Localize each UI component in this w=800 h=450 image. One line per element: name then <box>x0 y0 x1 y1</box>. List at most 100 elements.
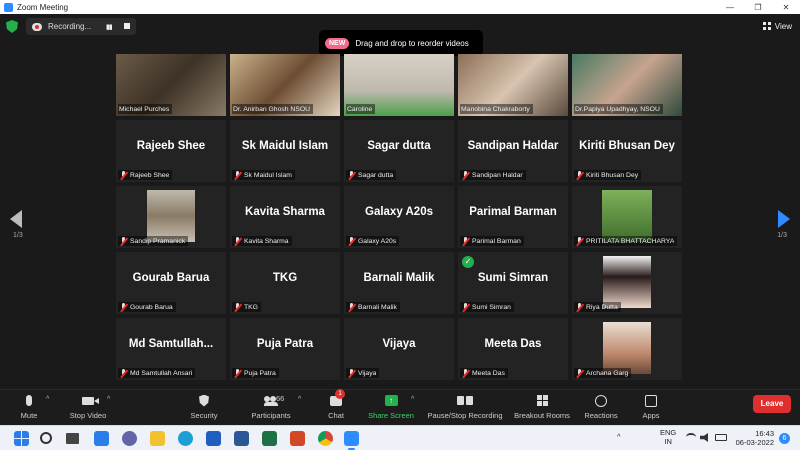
excel-icon[interactable] <box>262 431 277 446</box>
audio-options-chevron-icon[interactable]: ^ <box>46 396 49 403</box>
participant-tile[interactable]: Riya Dutta <box>572 252 682 314</box>
volume-icon[interactable] <box>700 433 708 442</box>
chrome-icon[interactable] <box>318 431 333 446</box>
participant-name-label: Riya Dutta <box>574 302 621 312</box>
word-icon[interactable] <box>234 431 249 446</box>
participant-tile[interactable]: Gourab Barua Gourab Barua <box>116 252 226 314</box>
participant-tile[interactable]: Vijaya Vijaya <box>344 318 454 380</box>
apps-button[interactable]: Apps <box>638 392 664 424</box>
reactions-button[interactable]: Reactions <box>582 392 620 424</box>
participant-tile[interactable]: Sandip Pramanick <box>116 186 226 248</box>
participant-name: Md Samtullah Ansari <box>130 369 193 377</box>
participant-tile[interactable]: Md Samtullah... Md Samtullah Ansari <box>116 318 226 380</box>
participant-name-label: Kavita Sharma <box>232 236 292 246</box>
participant-tile[interactable]: Barnali Malik Barnali Malik <box>344 252 454 314</box>
view-button[interactable]: View <box>762 18 792 34</box>
stop-video-button[interactable]: Stop Video <box>64 392 112 424</box>
participant-tile[interactable]: TKG TKG <box>230 252 340 314</box>
microsoft-store-icon[interactable] <box>206 431 221 446</box>
participant-tile[interactable]: Dr.Papiya Upadhyay, NSOU <box>572 54 682 116</box>
participant-tile[interactable]: Caroline <box>344 54 454 116</box>
leave-button[interactable]: Leave <box>753 395 791 413</box>
participant-name: Parimal Barman <box>472 237 521 245</box>
search-icon[interactable] <box>40 432 52 444</box>
widgets-icon[interactable] <box>94 431 109 446</box>
participant-tile[interactable]: Sandipan Haldar Sandipan Haldar <box>458 120 568 182</box>
participant-display-name: TKG <box>272 272 298 284</box>
edge-browser-icon[interactable] <box>178 431 193 446</box>
participant-name: Manobina Chakraborty <box>461 105 530 113</box>
grid-view-icon <box>762 22 771 30</box>
participant-display-name: Sagar dutta <box>367 140 431 152</box>
powerpoint-icon[interactable] <box>290 431 305 446</box>
participants-button[interactable]: 66 Participants <box>248 392 294 424</box>
pause-recording-icon[interactable]: ▮▮ <box>106 23 113 31</box>
participant-tile[interactable]: Puja Patra Puja Patra <box>230 318 340 380</box>
maximize-button[interactable]: ❐ <box>744 0 772 14</box>
participant-tile[interactable]: Parimal Barman Parimal Barman <box>458 186 568 248</box>
participant-name-label: Sagar dutta <box>346 170 397 180</box>
participant-name: Riya Dutta <box>586 303 618 311</box>
participant-tile[interactable]: PRITILATA BHATTACHARYA <box>572 186 682 248</box>
clock-date: 06-03-2022 <box>735 438 774 447</box>
participant-display-name: Gourab Barua <box>132 272 210 284</box>
video-options-chevron-icon[interactable]: ^ <box>107 396 110 403</box>
participant-tile[interactable]: Kiriti Bhusan Dey Kiriti Bhusan Dey <box>572 120 682 182</box>
zoom-taskbar-icon[interactable] <box>344 431 359 450</box>
participant-tile[interactable]: Meeta Das Meeta Das <box>458 318 568 380</box>
participants-options-chevron-icon[interactable]: ^ <box>298 396 301 403</box>
participant-name-label: Gourab Barua <box>118 302 176 312</box>
participant-tile[interactable]: Sagar dutta Sagar dutta <box>344 120 454 182</box>
participant-display-name: Barnali Malik <box>363 272 435 284</box>
wifi-icon[interactable] <box>686 433 696 441</box>
breakout-rooms-button[interactable]: Breakout Rooms <box>512 392 572 424</box>
pause-stop-recording-button[interactable]: Pause/Stop Recording <box>426 392 504 424</box>
teams-chat-icon[interactable] <box>122 431 137 446</box>
chat-button[interactable]: 1 Chat <box>322 389 350 424</box>
participant-tile[interactable]: Sk Maidul Islam Sk Maidul Islam <box>230 120 340 182</box>
close-button[interactable]: ✕ <box>772 0 800 14</box>
participant-name: Kavita Sharma <box>244 237 289 245</box>
meeting-area: Recording... ▮▮ View NEW Drag and drop t… <box>0 14 800 389</box>
stop-video-label: Stop Video <box>69 411 107 420</box>
participant-tile[interactable]: Sumi Simran ✓ Sumi Simran <box>458 252 568 314</box>
tray-overflow-chevron-icon[interactable]: ^ <box>617 432 621 441</box>
muted-microphone-icon <box>119 368 128 378</box>
mute-label: Mute <box>20 411 38 420</box>
pause-stop-recording-label: Pause/Stop Recording <box>427 411 503 420</box>
encryption-shield-icon[interactable] <box>6 20 18 33</box>
battery-icon[interactable] <box>715 434 727 441</box>
participant-tile[interactable]: Kavita Sharma Kavita Sharma <box>230 186 340 248</box>
participant-name-label: Caroline <box>346 104 376 114</box>
participant-tile[interactable]: Galaxy A20s Galaxy A20s <box>344 186 454 248</box>
system-clock[interactable]: 16:43 06-03-2022 <box>730 429 774 447</box>
language-code: ENG <box>660 428 677 437</box>
file-explorer-icon[interactable] <box>150 431 165 446</box>
participant-name: Gourab Barua <box>130 303 173 311</box>
participant-name: Vijaya <box>358 369 377 377</box>
view-label: View <box>774 21 792 31</box>
participant-tile[interactable]: Manobina Chakraborty <box>458 54 568 116</box>
participant-tile[interactable]: Archana Garg <box>572 318 682 380</box>
task-view-icon[interactable] <box>66 433 79 444</box>
previous-page-arrow-icon[interactable] <box>10 210 22 228</box>
security-button[interactable]: Security <box>186 392 222 424</box>
share-screen-button[interactable]: ↑ Share Screen <box>366 392 416 424</box>
apps-icon <box>645 394 657 407</box>
minimize-button[interactable]: — <box>716 0 744 14</box>
participant-name: TKG <box>244 303 258 311</box>
stop-recording-icon[interactable] <box>124 23 130 29</box>
share-options-chevron-icon[interactable]: ^ <box>411 396 414 403</box>
mute-button[interactable]: Mute <box>12 392 46 424</box>
participant-tile[interactable]: Dr. Anirban Ghosh NSOU <box>230 54 340 116</box>
participant-name-label: Sandip Pramanick <box>118 236 189 246</box>
language-indicator[interactable]: ENG IN <box>660 428 676 446</box>
next-page-arrow-icon[interactable] <box>778 210 790 228</box>
participant-tile[interactable]: Michael Purches <box>116 54 226 116</box>
participant-display-name: Parimal Barman <box>469 206 557 218</box>
participant-tile[interactable]: Rajeeb Shee Rajeeb Shee <box>116 120 226 182</box>
participant-name: Rajeeb Shee <box>130 171 170 179</box>
windows-start-icon[interactable] <box>14 431 29 446</box>
notification-badge[interactable]: 6 <box>779 433 790 444</box>
chat-label: Chat <box>328 411 344 420</box>
